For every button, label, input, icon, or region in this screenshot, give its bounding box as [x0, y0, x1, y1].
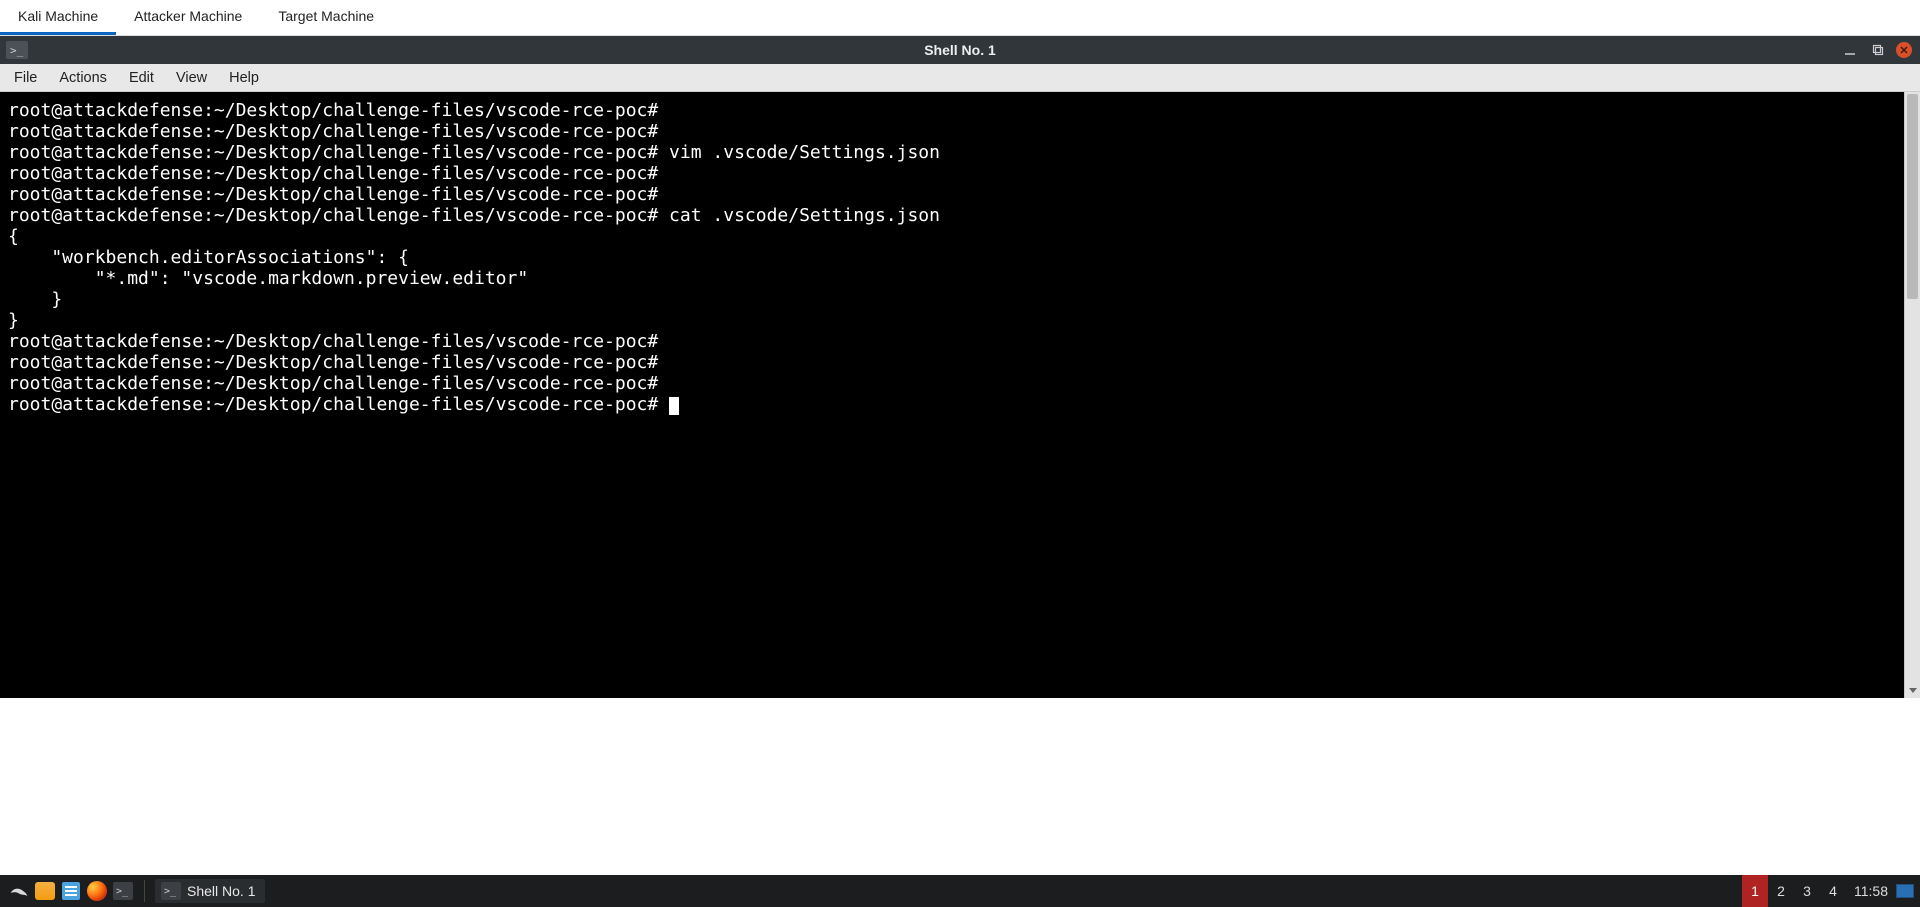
- maximize-button[interactable]: [1868, 40, 1888, 60]
- taskbar-separator: [144, 880, 145, 902]
- vertical-scrollbar[interactable]: [1904, 92, 1920, 698]
- terminal-icon: >_: [161, 882, 181, 900]
- show-desktop-button[interactable]: [1896, 884, 1914, 898]
- tab-label: Attacker Machine: [134, 8, 242, 24]
- tab-label: Kali Machine: [18, 8, 98, 24]
- machine-tabs: Kali Machine Attacker Machine Target Mac…: [0, 0, 1920, 36]
- menu-help[interactable]: Help: [219, 66, 269, 90]
- terminal-launcher-icon[interactable]: >_: [112, 880, 134, 902]
- menu-edit[interactable]: Edit: [119, 66, 164, 90]
- menu-view[interactable]: View: [166, 66, 217, 90]
- taskbar-item-shell[interactable]: >_ Shell No. 1: [155, 879, 265, 903]
- titlebar[interactable]: >_ Shell No. 1: [0, 36, 1920, 64]
- taskbar: >_ >_ Shell No. 1 1 2 3 4 11:58: [0, 875, 1920, 907]
- terminal-icon: >_: [6, 41, 28, 59]
- terminal-cursor: [669, 397, 679, 415]
- minimize-button[interactable]: [1840, 40, 1860, 60]
- kali-menu-icon[interactable]: [8, 880, 30, 902]
- scroll-down-arrow-icon[interactable]: [1905, 682, 1920, 698]
- menu-file[interactable]: File: [4, 66, 47, 90]
- workspace-3[interactable]: 3: [1794, 875, 1820, 907]
- tab-label: Target Machine: [278, 8, 374, 24]
- taskbar-right: 1 2 3 4 11:58: [1742, 875, 1920, 907]
- menubar: File Actions Edit View Help: [0, 64, 1920, 92]
- clock[interactable]: 11:58: [1854, 883, 1888, 899]
- tab-attacker-machine[interactable]: Attacker Machine: [116, 0, 260, 35]
- window-title: Shell No. 1: [924, 42, 996, 58]
- taskbar-left: >_ >_ Shell No. 1: [0, 879, 265, 903]
- workspace-1[interactable]: 1: [1742, 875, 1768, 907]
- workspace-4[interactable]: 4: [1820, 875, 1846, 907]
- titlebar-left: >_: [0, 41, 28, 59]
- close-button[interactable]: [1896, 42, 1912, 58]
- file-manager-icon[interactable]: [34, 880, 56, 902]
- text-editor-icon[interactable]: [60, 880, 82, 902]
- workspace-2[interactable]: 2: [1768, 875, 1794, 907]
- scroll-thumb[interactable]: [1907, 94, 1918, 299]
- menu-actions[interactable]: Actions: [49, 66, 117, 90]
- terminal-window: >_ Shell No. 1 File Actions Edit View He…: [0, 36, 1920, 698]
- terminal-area: root@attackdefense:~/Desktop/challenge-f…: [0, 92, 1920, 698]
- tab-target-machine[interactable]: Target Machine: [260, 0, 392, 35]
- firefox-icon[interactable]: [86, 880, 108, 902]
- tab-kali-machine[interactable]: Kali Machine: [0, 0, 116, 35]
- terminal-output[interactable]: root@attackdefense:~/Desktop/challenge-f…: [0, 92, 1904, 698]
- taskbar-item-label: Shell No. 1: [187, 883, 255, 899]
- window-controls: [1840, 40, 1920, 60]
